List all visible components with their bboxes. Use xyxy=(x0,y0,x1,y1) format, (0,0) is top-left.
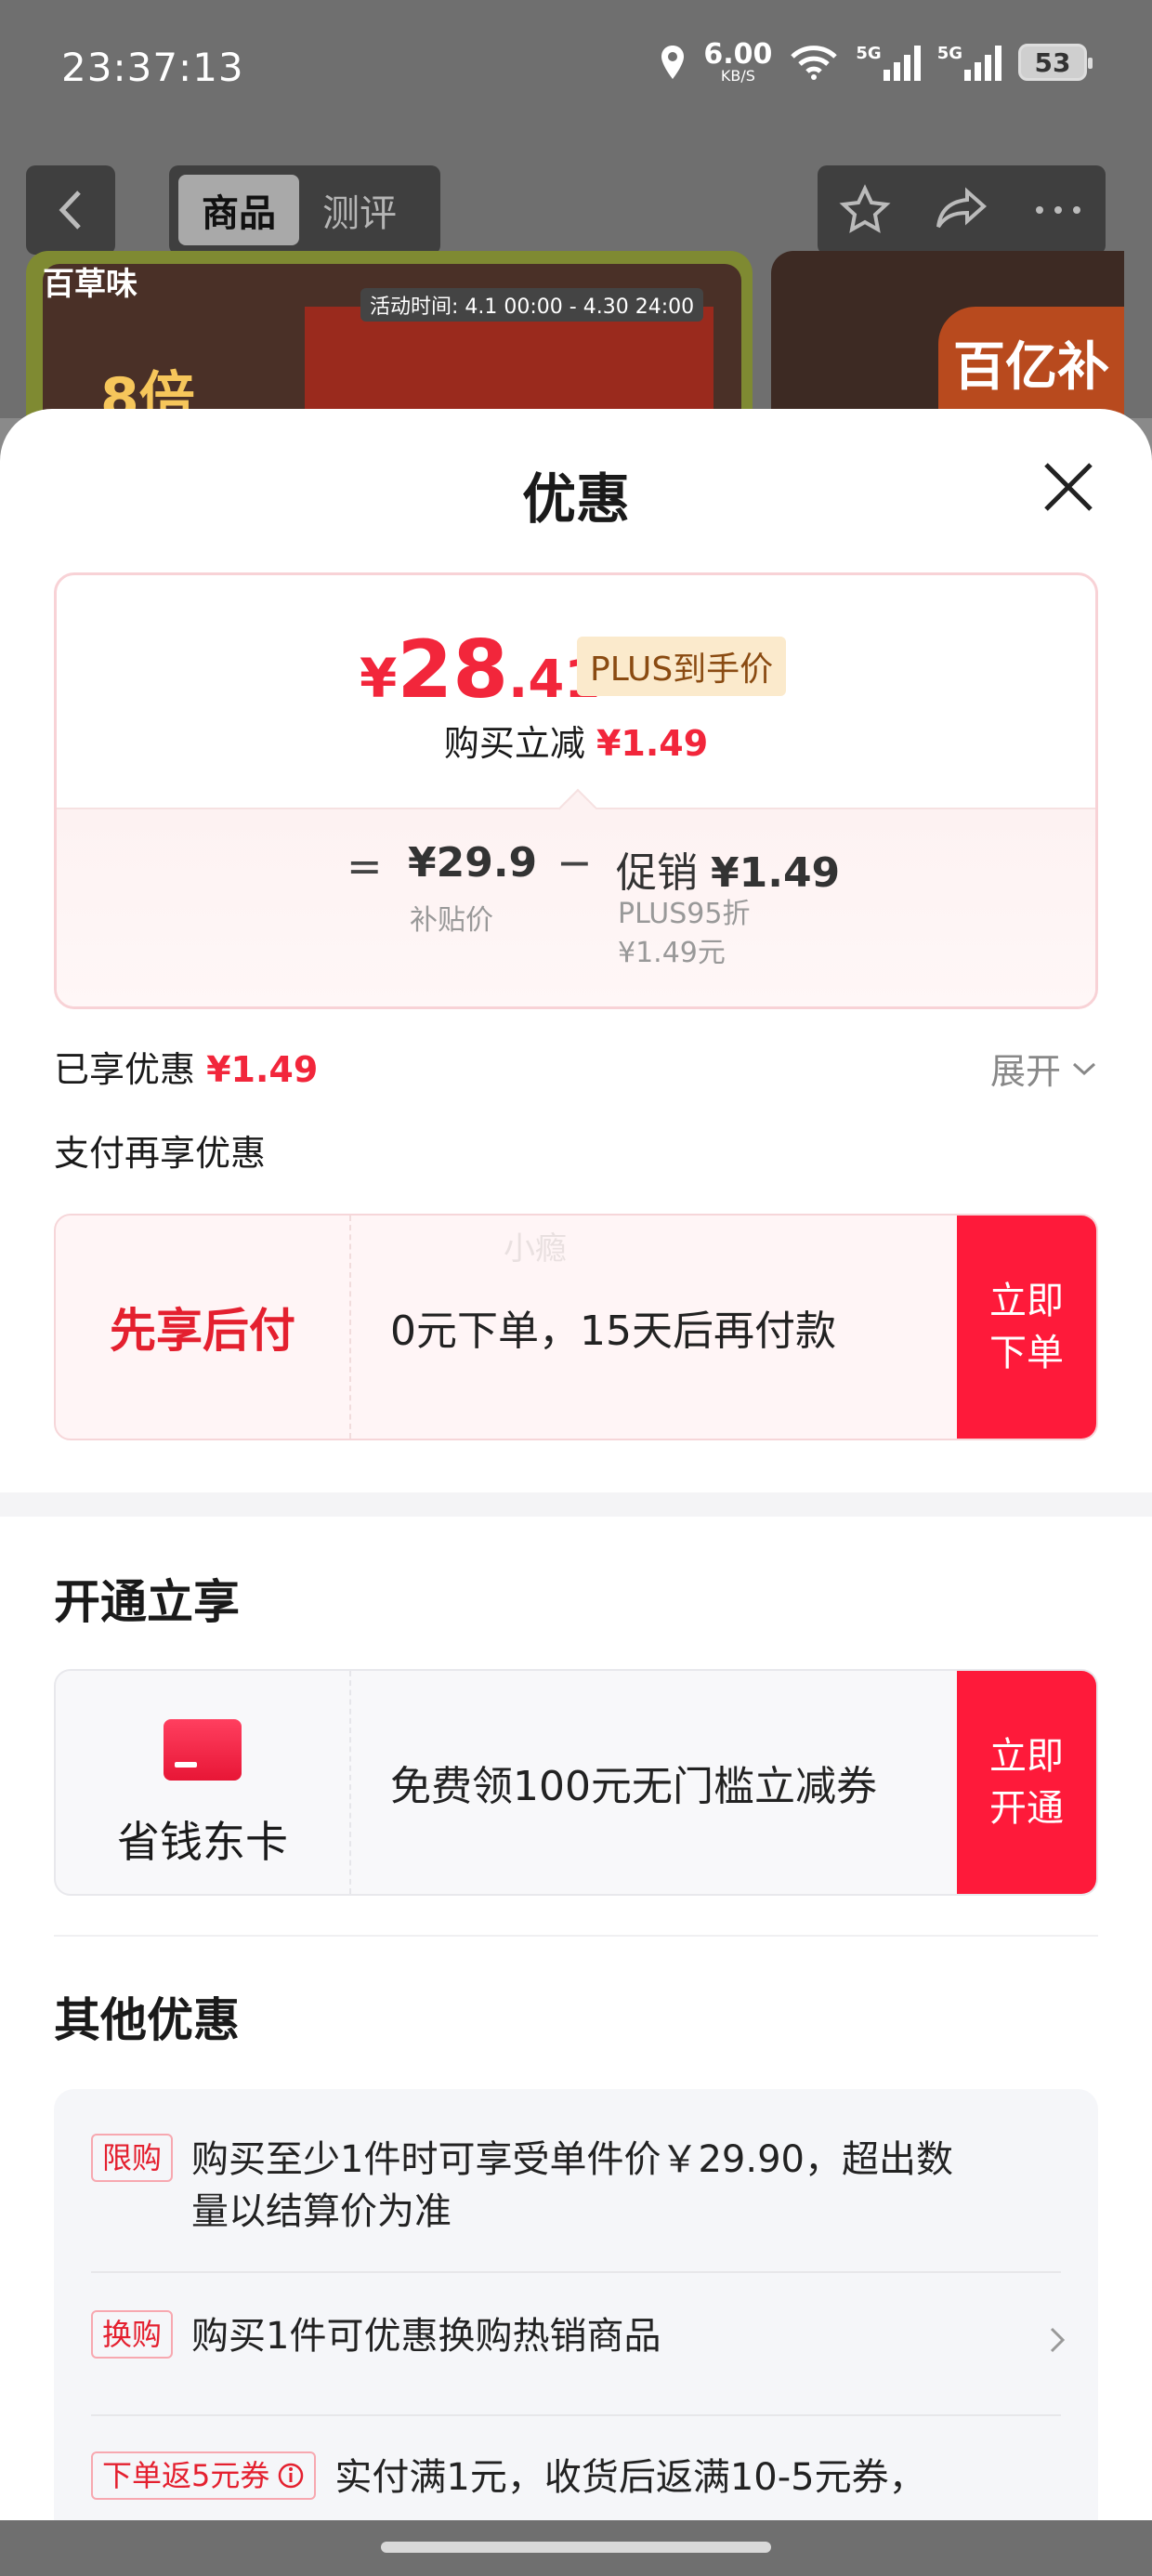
discount-sheet: 优惠 ¥ 28 .41 PLUS到手价 购买立减 ¥1.49 = ¥29.9 补… xyxy=(0,409,1152,2576)
price-breakdown-card: ¥ 28 .41 PLUS到手价 购买立减 ¥1.49 = ¥29.9 补贴价 … xyxy=(54,572,1098,1009)
status-icons: 6.00 KB/S 5G 5G 53 xyxy=(659,38,1093,85)
divider xyxy=(54,1935,1098,1937)
instant-reduction: 购买立减 ¥1.49 xyxy=(443,723,709,764)
offer-tag: 限购 xyxy=(91,2134,174,2182)
network-speed: 6.00 KB/S xyxy=(703,38,773,85)
card-name: 省钱东卡 xyxy=(117,1817,288,1867)
back-icon xyxy=(59,191,81,230)
battery-icon: 53 xyxy=(1018,44,1093,81)
pay-more-title: 支付再享优惠 xyxy=(54,1133,267,1174)
subsidy-price-label: 补贴价 xyxy=(410,904,493,937)
expand-button[interactable]: 展开 xyxy=(990,1043,1098,1094)
share-icon[interactable] xyxy=(934,186,989,234)
offer-tag: 换购 xyxy=(91,2310,174,2359)
tab-review[interactable]: 测评 xyxy=(299,183,420,237)
brand-logo: 百草味 xyxy=(43,266,137,303)
status-bar: 23:37:13 6.00 KB/S 5G 5G 53 xyxy=(0,0,1152,139)
info-icon[interactable] xyxy=(277,2462,305,2490)
status-time: 23:37:13 xyxy=(61,45,244,90)
plus-price-badge: PLUS到手价 xyxy=(577,637,787,696)
signal-2: 5G xyxy=(937,44,1001,81)
offer-text: 购买1件可优惠换购热销商品 xyxy=(191,2315,661,2358)
price-formula: = ¥29.9 补贴价 − 促销 ¥1.49 PLUS95折 ¥1.49元 xyxy=(57,808,1095,1006)
card-icon xyxy=(164,1719,242,1781)
pay-later-desc: 0元下单，15天后再付款 xyxy=(390,1308,836,1355)
more-icon[interactable] xyxy=(1032,201,1084,219)
tab-product[interactable]: 商品 xyxy=(178,175,299,245)
other-offers-title: 其他优惠 xyxy=(54,1993,240,2047)
promo-detail: PLUS95折 ¥1.49元 xyxy=(618,898,751,969)
subsidy-price: ¥29.9 xyxy=(408,839,538,887)
offer-item-coupon: 下单返5元券 实付满1元，收货后返满10-5元券， xyxy=(91,2451,1061,2504)
card-offer-desc: 免费领100元无门槛立减券 xyxy=(390,1763,877,1810)
chevron-down-icon xyxy=(1072,1062,1096,1075)
pay-later-name: 先享后付 xyxy=(56,1216,351,1439)
offer-item-exchange[interactable]: 换购 购买1件可优惠换购热销商品 xyxy=(91,2310,1061,2362)
product-tabs: 商品 测评 xyxy=(169,165,440,255)
pay-later-card[interactable]: 先享后付 小瘾 0元下单，15天后再付款 立即下单 xyxy=(54,1214,1098,1440)
wifi-icon xyxy=(791,46,838,80)
open-title: 开通立享 xyxy=(54,1575,240,1629)
signal-1: 5G xyxy=(856,44,921,81)
offer-text: 实付满1元，收货后返满10-5元券， xyxy=(334,2456,926,2499)
section-divider xyxy=(0,1492,1152,1517)
activity-time: 活动时间: 4.1 00:00 - 4.30 24:00 xyxy=(360,288,704,322)
sheet-title: 优惠 xyxy=(521,467,630,531)
chevron-right-icon[interactable] xyxy=(1048,2325,1067,2355)
promo-discount: 促销 ¥1.49 xyxy=(616,849,841,897)
final-price: ¥ 28 .41 xyxy=(360,624,601,716)
close-icon[interactable] xyxy=(1039,457,1098,517)
open-now-button[interactable]: 立即开通 xyxy=(957,1671,1096,1894)
location-icon xyxy=(661,46,685,79)
offer-text: 购买至少1件时可享受单件价￥29.90，超出数 量以结算价为准 xyxy=(191,2138,953,2233)
offer-item-limit: 限购 购买至少1件时可享受单件价￥29.90，超出数 量以结算价为准 xyxy=(91,2134,1061,2238)
offer-tag: 下单返5元券 xyxy=(91,2451,317,2500)
back-button[interactable] xyxy=(26,165,115,255)
other-offers-list: 限购 购买至少1件时可享受单件价￥29.90，超出数 量以结算价为准 换购 购买… xyxy=(54,2089,1098,2576)
header-tools xyxy=(818,165,1106,255)
star-icon[interactable] xyxy=(839,184,891,236)
home-indicator[interactable] xyxy=(381,2542,771,2553)
savings-card-offer[interactable]: 省钱东卡 免费领100元无门槛立减券 立即开通 xyxy=(54,1669,1098,1896)
order-now-button[interactable]: 立即下单 xyxy=(957,1216,1096,1439)
enjoyed-discount: 已享优惠 ¥1.49 xyxy=(54,1049,319,1090)
